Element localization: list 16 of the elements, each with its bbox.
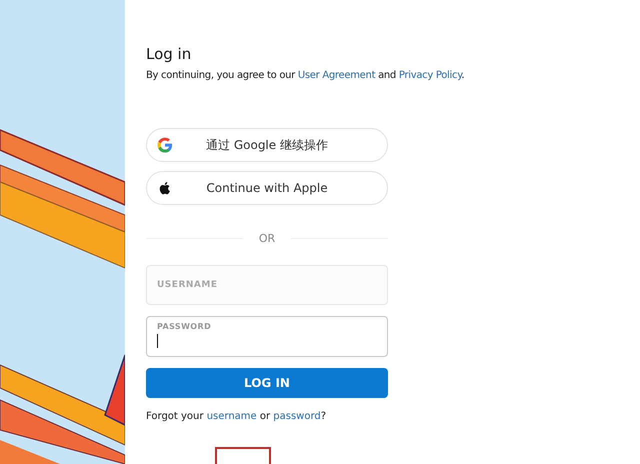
apple-icon [157,180,173,196]
social-login-button[interactable]: Continue with Apple [146,171,388,205]
login-title: Log in [146,45,192,63]
login-button[interactable]: LOG IN [146,368,388,398]
annotation-box [215,447,271,464]
username-field[interactable]: USERNAME [146,265,388,305]
or-divider-text: OR [258,232,276,245]
google-icon [157,137,173,153]
recovery-link[interactable]: password [273,411,321,422]
forgot-credentials-text: Forgot your username or password? [146,410,326,424]
policy-link[interactable]: User Agreement [298,70,376,81]
agreement-text: By continuing, you agree to our User Agreement and Privacy Policy. [146,69,464,83]
password-field[interactable]: PASSWORD [146,316,388,357]
policy-link[interactable]: Privacy Policy [398,70,462,81]
recovery-link[interactable]: username [206,411,257,422]
social-login-button[interactable]: 通过 Google 继续操作 [146,128,388,162]
